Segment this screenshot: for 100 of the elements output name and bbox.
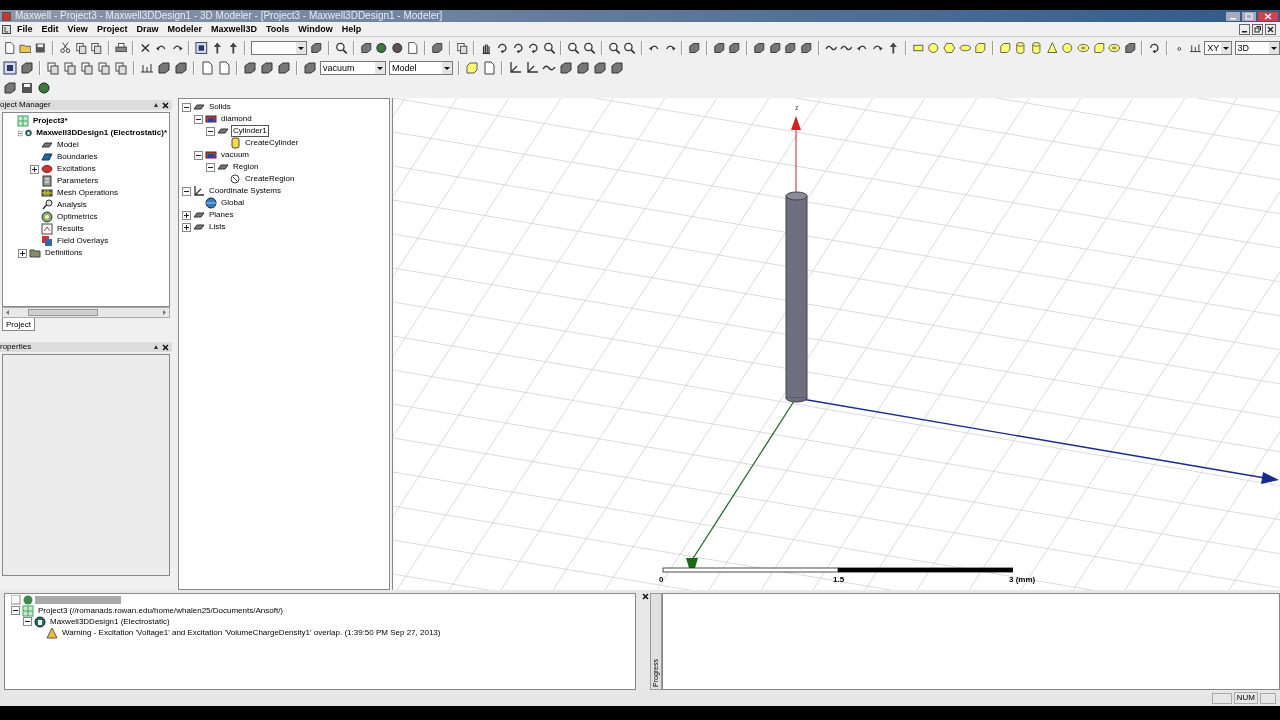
tree-item[interactable]: Region [231,161,261,173]
tree-item[interactable]: Maxwell3DDesign1 (Electrostatic) [48,615,172,628]
scroll-thumb[interactable] [28,309,98,316]
restore-button[interactable] [1252,23,1263,35]
sphere-icon[interactable] [375,41,388,55]
solid-icon[interactable] [728,41,741,55]
app-menu-icon[interactable] [2,24,11,34]
menu-item[interactable]: File [17,23,33,35]
solid-icon[interactable] [688,41,701,55]
dropdown[interactable] [251,41,308,55]
copy-icon[interactable] [90,41,103,55]
solid-icon[interactable] [310,41,323,55]
solid-icon[interactable] [784,41,797,55]
close-button[interactable] [1258,11,1278,21]
tree-item[interactable]: Global [219,197,247,209]
cylinder-icon[interactable] [1014,41,1027,55]
circle-icon[interactable] [927,41,940,55]
menu-item[interactable]: Edit [41,23,59,35]
menu-item[interactable]: Draw [136,23,159,35]
zoom-icon[interactable] [542,41,556,55]
solid-icon[interactable] [303,61,317,75]
zoom-icon[interactable] [567,41,580,55]
tree-item[interactable]: Project3* [31,115,70,127]
tree-item[interactable]: Cylinder1 [231,125,269,137]
collapse-toggle[interactable] [23,617,32,626]
expand-toggle[interactable] [182,222,191,232]
pin-icon[interactable] [153,344,159,350]
dropdown[interactable]: 3D [1234,41,1280,55]
solid-icon[interactable] [712,41,726,55]
collapse-toggle[interactable] [206,126,215,136]
delete-icon[interactable] [139,41,152,55]
copy-icon[interactable] [74,41,88,55]
measure-icon[interactable] [1188,41,1202,55]
menu-item[interactable]: View [67,23,88,35]
tree-item[interactable]: diamond [219,113,254,125]
tree-item[interactable]: Model [55,139,81,151]
tree-item[interactable]: Solids [207,101,233,113]
circle-icon[interactable] [1061,41,1074,55]
dropdown[interactable]: vacuum [320,61,386,75]
page-icon[interactable] [406,41,419,55]
tree-item[interactable]: Mesh Operations [55,187,120,199]
copy-icon[interactable] [63,61,77,75]
zoom-icon[interactable] [334,41,348,55]
solid-icon[interactable] [576,61,590,75]
collapse-toggle[interactable] [18,128,24,138]
solid-icon[interactable] [359,41,373,55]
tree-item[interactable]: Optimetrics [55,211,100,223]
select-icon[interactable] [3,61,17,75]
collapse-toggle[interactable] [206,162,215,172]
menu-item[interactable]: Project [96,23,128,35]
solid-icon[interactable] [799,41,813,55]
collapse-toggle[interactable] [194,114,203,124]
solid-icon[interactable] [157,61,171,75]
printer-icon[interactable] [114,41,128,55]
tree-item[interactable]: Definitions [43,247,85,259]
axes-icon[interactable] [508,61,522,75]
zoom-icon[interactable] [583,41,596,55]
tree-item[interactable]: Analysis [55,199,89,211]
solid-icon[interactable] [243,61,257,75]
tree-item[interactable]: Lists [207,221,228,233]
axes-icon[interactable] [525,61,539,75]
panel-tab[interactable]: Project [2,318,35,331]
page-icon[interactable] [200,61,214,75]
cone-icon[interactable] [1045,41,1059,55]
tree-item[interactable]: Boundaries [55,151,100,163]
menu-item[interactable]: Window [298,23,333,35]
close-icon[interactable] [162,343,169,351]
minimize-button[interactable] [1226,11,1240,21]
copy-icon[interactable] [455,41,469,55]
scissors-icon[interactable] [58,41,72,55]
menu-item[interactable]: Help [341,23,362,35]
tree-item[interactable]: vacuum [219,149,251,161]
collapse-toggle[interactable] [194,150,203,160]
horizontal-scrollbar[interactable] [2,307,170,318]
rotate-icon[interactable] [511,41,525,55]
tree-item[interactable]: Project3 (//romanads.rowan.edu/home/whalen25/Documents/Ansoft/) [36,604,285,617]
maximize-button[interactable] [1242,11,1256,21]
close-icon[interactable] [641,593,649,600]
rotate-icon[interactable] [495,41,509,55]
tree-item[interactable]: Excitations [55,163,98,175]
copy-icon[interactable] [97,61,111,75]
menu-item[interactable]: Modeler [167,23,202,35]
copy-icon[interactable] [80,61,94,75]
solid-icon[interactable] [277,61,291,75]
menu-item[interactable]: Maxwell3D [210,23,257,35]
box-icon[interactable] [1092,41,1106,55]
sphere-icon[interactable] [37,81,51,95]
box-icon[interactable] [974,41,987,55]
expand-toggle[interactable] [18,248,27,258]
copy-icon[interactable] [46,61,60,75]
expand-toggle[interactable] [30,164,39,174]
solid-icon[interactable] [768,41,782,55]
copy-icon[interactable] [114,61,128,75]
solid-icon[interactable] [753,41,766,55]
collapse-toggle[interactable] [11,606,20,615]
menu-item[interactable]: Tools [265,23,290,35]
dropdown[interactable]: XY [1204,41,1232,55]
tree-item[interactable]: Maxwell3DDesign1 (Electrostatic)* [34,127,169,139]
tree-item[interactable]: Warning - Excitation 'Voltage1' and Excitation 'VolumeChargeDensity1' overlap. (1:39:50 PM Sep 27, 2013) [60,626,443,639]
box-icon[interactable] [998,41,1012,55]
